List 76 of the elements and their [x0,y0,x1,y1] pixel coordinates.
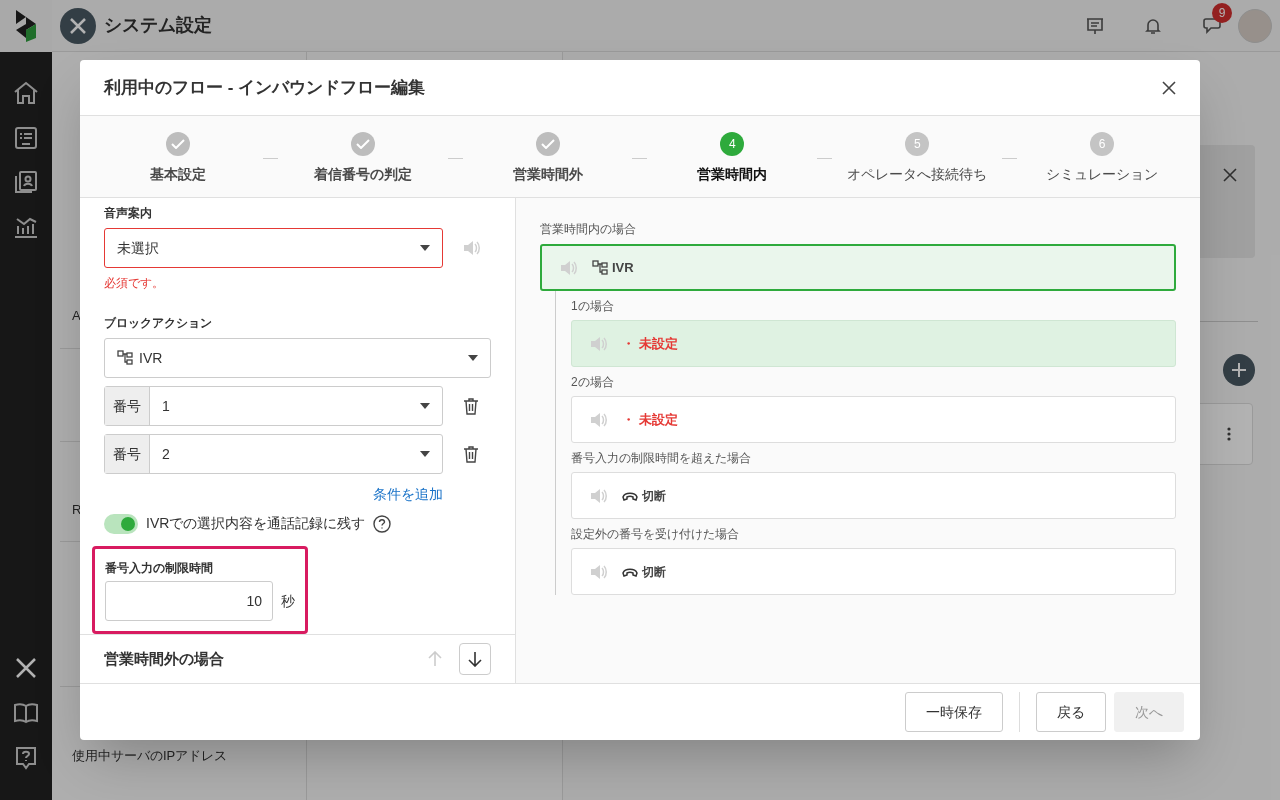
plus-icon [1231,362,1247,378]
kebab-menu-icon[interactable] [1227,427,1231,441]
step-label[interactable]: シミュレーション [1046,164,1159,185]
node-label: IVR [612,258,634,277]
caret-icon [420,403,430,409]
dialog-title: 利用中のフロー - インバウンドフロー編集 [104,76,427,99]
step-label[interactable]: 営業時間内 [697,164,768,185]
toggle-switch[interactable] [104,513,138,534]
branch-icon [117,350,133,366]
caret-icon [468,355,478,361]
field-label: 番号入力の制限時間 [105,560,214,577]
step-label[interactable]: 基本設定 [149,164,206,185]
help-icon[interactable] [373,514,392,533]
hang-up-icon [622,566,638,577]
home-icon[interactable] [13,80,39,106]
step-label[interactable]: 営業時間外 [512,164,583,185]
step-number: 4 [720,132,745,156]
flow-node[interactable]: ・ 未設定 [571,396,1176,443]
step-label[interactable]: 着信番号の判定 [313,164,412,185]
addon-label: 番号 [105,387,150,425]
node-label: 切断 [642,563,666,581]
list-icon[interactable] [14,126,38,150]
contact-card-icon[interactable] [14,170,38,194]
branch-icon [592,259,608,276]
unset-label: ・ 未設定 [622,334,678,353]
branch-label: 番号入力の制限時間を超えた場合 [571,450,752,467]
branch-label: 1の場合 [571,298,615,315]
number-select[interactable]: 番号 2 [104,434,443,474]
step-number: 6 [1090,132,1115,156]
move-down-button[interactable] [459,643,491,675]
bell-icon[interactable] [1144,16,1162,35]
step-label[interactable]: オペレータへ接続待ち [847,164,988,185]
speaker-icon [590,487,608,504]
branch-label: 2の場合 [571,374,615,391]
speaker-icon [560,259,578,276]
error-message: 必須です。 [104,275,165,292]
branch-label: 設定外の番号を受け付けた場合 [571,526,740,543]
trash-icon[interactable] [463,445,479,463]
speaker-icon [590,411,608,428]
caret-icon [420,245,430,251]
add-button[interactable] [1223,354,1255,386]
flow-node[interactable]: 切断 [571,548,1176,595]
flow-node[interactable]: IVR [540,244,1176,291]
book-icon[interactable] [14,702,38,724]
arrow-down-icon [467,651,483,667]
add-condition-link[interactable]: 条件を追加 [373,484,443,505]
voice-guide-select[interactable]: 未選択 [104,228,443,268]
speaker-icon [590,563,608,580]
close-icon[interactable] [1223,168,1237,182]
presentation-icon[interactable] [1086,16,1104,35]
addon-label: 番号 [105,435,150,473]
notification-count: 9 [1212,2,1232,23]
field-label: ブロックアクション [104,315,213,332]
speaker-icon [590,335,608,352]
timeout-input[interactable]: 10 [105,581,273,621]
number-select[interactable]: 番号 1 [104,386,443,426]
step-number: 5 [905,132,930,156]
close-icon[interactable] [1162,80,1176,95]
logo-icon [14,8,38,44]
section-title: 営業時間外の場合 [104,648,225,669]
block-action-select[interactable]: IVR [104,338,491,378]
toggle-label: IVRでの選択内容を通話記録に残す [146,514,366,533]
chat-icon[interactable] [1202,16,1222,35]
unset-label: ・ 未設定 [622,410,678,429]
unit-label: 秒 [281,591,295,611]
field-label: 音声案内 [104,205,153,222]
footer-button[interactable]: 一時保存 [905,692,1003,732]
caret-icon [420,451,430,457]
flow-node[interactable]: ・ 未設定 [571,320,1176,367]
trash-icon[interactable] [463,397,479,415]
page-title: システム設定 [104,14,212,37]
footer-button[interactable]: 戻る [1036,692,1106,732]
hang-up-icon [622,490,638,501]
flow-node[interactable]: 切断 [571,472,1176,519]
node-label: 切断 [642,487,666,505]
flow-label: 営業時間内の場合 [540,221,637,238]
